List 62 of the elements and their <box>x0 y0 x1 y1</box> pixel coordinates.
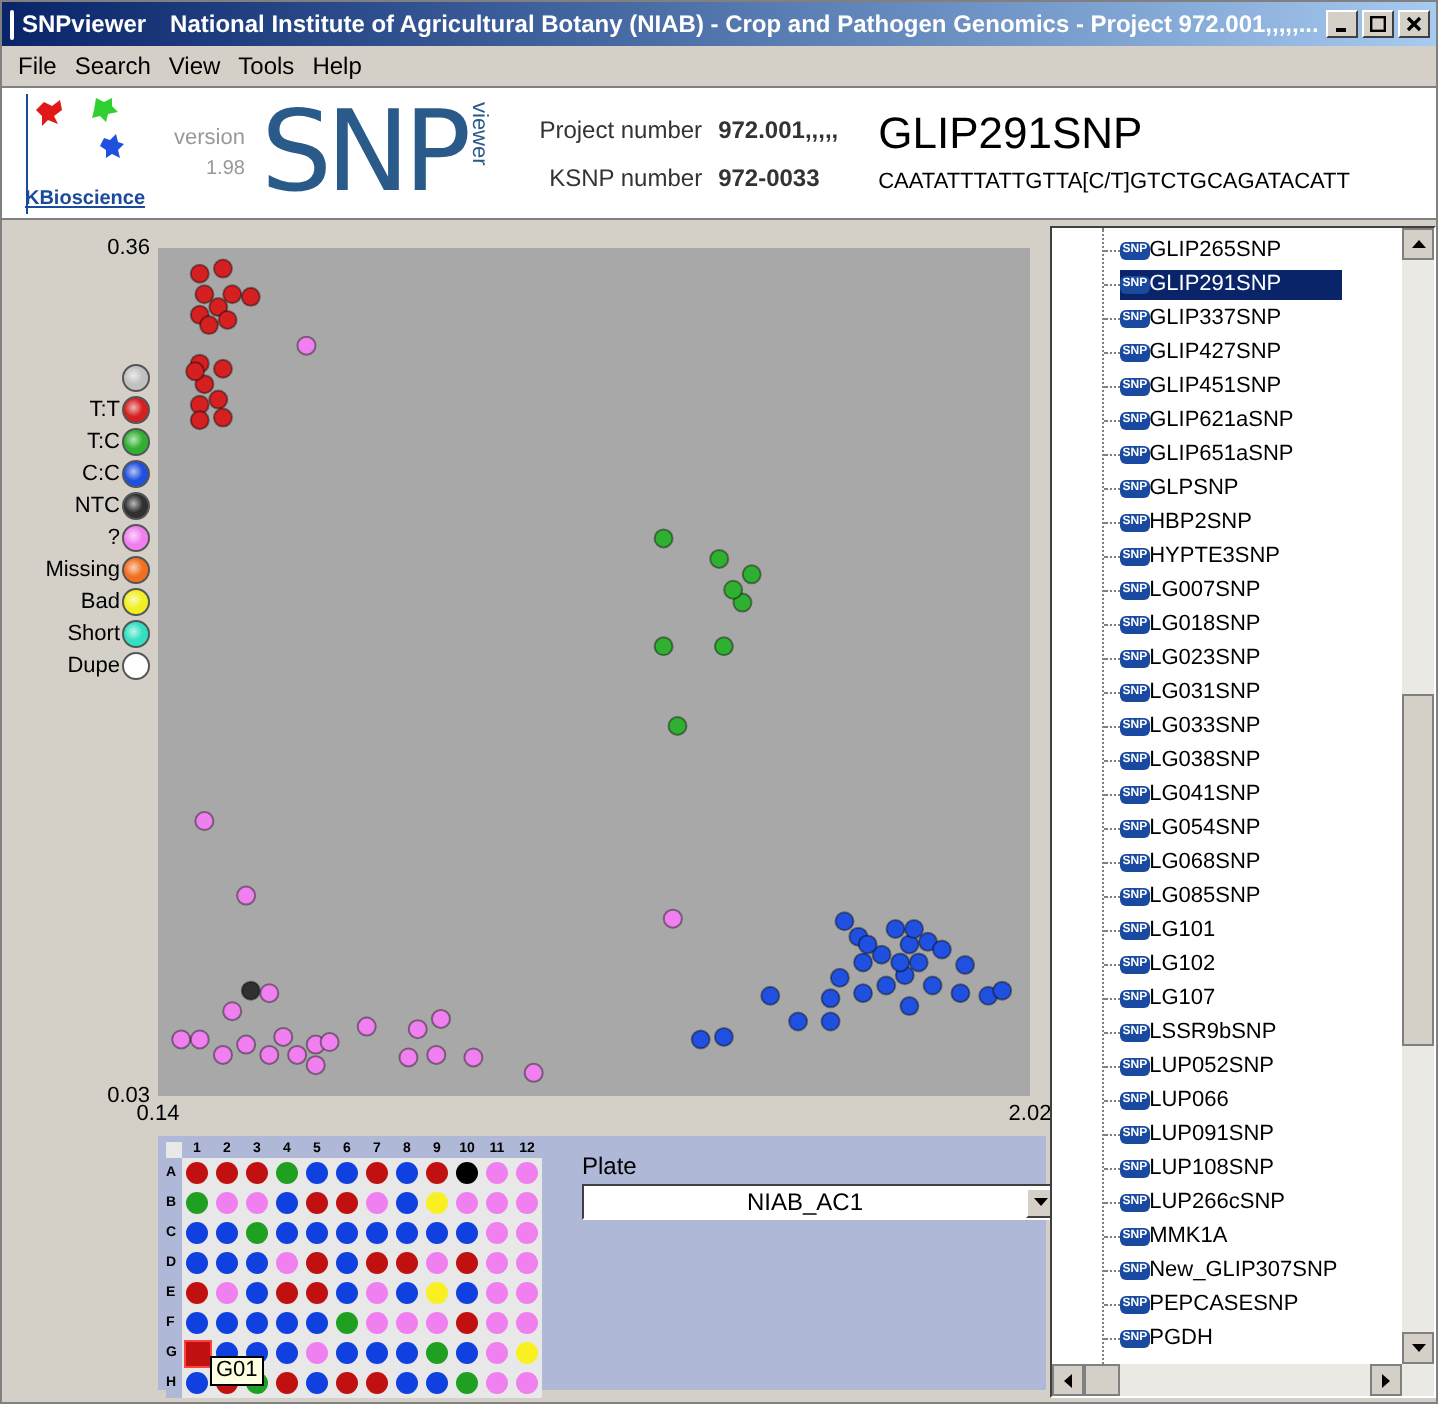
tree-item-label: GLPSNP <box>1149 474 1239 504</box>
legend-label: Bad <box>80 587 120 618</box>
ksnp-number-label: KSNP number <box>547 161 703 195</box>
tree-item-label: New_GLIP307SNP <box>1149 1256 1338 1286</box>
tree-item-label: PGDH <box>1149 1324 1213 1354</box>
tree-item-label: LUP108SNP <box>1149 1154 1274 1184</box>
well-tooltip: G01 <box>210 1356 264 1386</box>
tree-item-label: GLIP337SNP <box>1149 304 1282 334</box>
logo-subtext: viewer <box>466 101 492 165</box>
x-axis-label: 0.14 <box>136 1102 180 1128</box>
plate-value: NIAB_AC1 <box>744 1186 866 1220</box>
project-number-label: Project number <box>539 113 703 147</box>
tree-item-label: LG054SNP <box>1149 814 1261 844</box>
x-axis-label: 2.02 <box>1008 1102 1052 1128</box>
legend-label: NTC <box>74 491 120 522</box>
marker-sequence: CAATATTTATTGTTA[C/T]GTCTGCAGATACATT <box>878 168 1350 199</box>
ksnp-number-value: 972-0033 <box>718 161 822 195</box>
version-label: version <box>174 123 245 153</box>
legend-label: T:T <box>89 395 120 426</box>
legend-label: ? <box>107 523 120 554</box>
tree-item-label: LG018SNP <box>1149 610 1261 640</box>
tree-item-label: HBP2SNP <box>1149 508 1252 538</box>
tree-item-label: LUP091SNP <box>1149 1120 1274 1150</box>
tree-item-label: LG085SNP <box>1149 882 1261 912</box>
tree-item-label: GLIP451SNP <box>1149 372 1282 402</box>
tree-item-label: MMK1A <box>1149 1222 1228 1252</box>
legend-label: Dupe <box>67 651 120 682</box>
tree-item-label: GLIP621aSNP <box>1149 406 1294 436</box>
y-axis-label: 0.36 <box>105 236 150 260</box>
legend-label: Missing <box>45 555 120 586</box>
window-title: SNPviewer <box>22 8 147 42</box>
legend-label: T:C <box>87 427 120 458</box>
tree-item-label: GLIP291SNP <box>1149 270 1282 300</box>
tree-item-label: LG033SNP <box>1149 712 1261 742</box>
tree-item-label: GLIP651aSNP <box>1149 440 1294 470</box>
tree-item-label: LSSR9bSNP <box>1149 1018 1277 1048</box>
tree-item-label: PEPCASESNP <box>1149 1290 1299 1320</box>
tree-item-label: LUP066 <box>1149 1086 1229 1116</box>
marker-name: GLIP291SNP <box>878 106 1145 163</box>
tree-item-label: HYPTE3SNP <box>1149 542 1281 572</box>
tree-item-label: LG068SNP <box>1149 848 1261 878</box>
tree-item-label: LG038SNP <box>1149 746 1261 776</box>
tree-item-label: LG107 <box>1149 984 1216 1014</box>
tree-item-label: LUP266cSNP <box>1149 1188 1285 1218</box>
y-axis-label: 0.03 <box>105 1084 150 1108</box>
tree-item-label: LG023SNP <box>1149 644 1261 674</box>
tree-item-label: LG041SNP <box>1149 780 1261 810</box>
tree-item-label: LG102 <box>1149 950 1216 980</box>
tree-item-label: LUP052SNP <box>1149 1052 1274 1082</box>
company-name: KBioscience <box>24 185 146 213</box>
window-caption: National Institute of Agricultural Botany (NIAB) - Crop and Pathogen Genomics - Project 972.001,,,,,... <box>170 8 1319 42</box>
plate-label: Plate <box>582 1150 639 1184</box>
tree-item-label: GLIP265SNP <box>1149 236 1282 266</box>
legend-label: Short <box>67 619 120 650</box>
tree-item-label: LG031SNP <box>1149 678 1261 708</box>
tree-item-label: LG101 <box>1149 916 1216 946</box>
project-number-value: 972.001,,,,, <box>718 113 839 147</box>
version-number: 1.98 <box>206 155 245 183</box>
logo-text: SNP <box>260 93 466 213</box>
tree-item-label: LG007SNP <box>1149 576 1261 606</box>
tree-item-label: GLIP427SNP <box>1149 338 1282 368</box>
legend-label: C:C <box>82 459 120 490</box>
